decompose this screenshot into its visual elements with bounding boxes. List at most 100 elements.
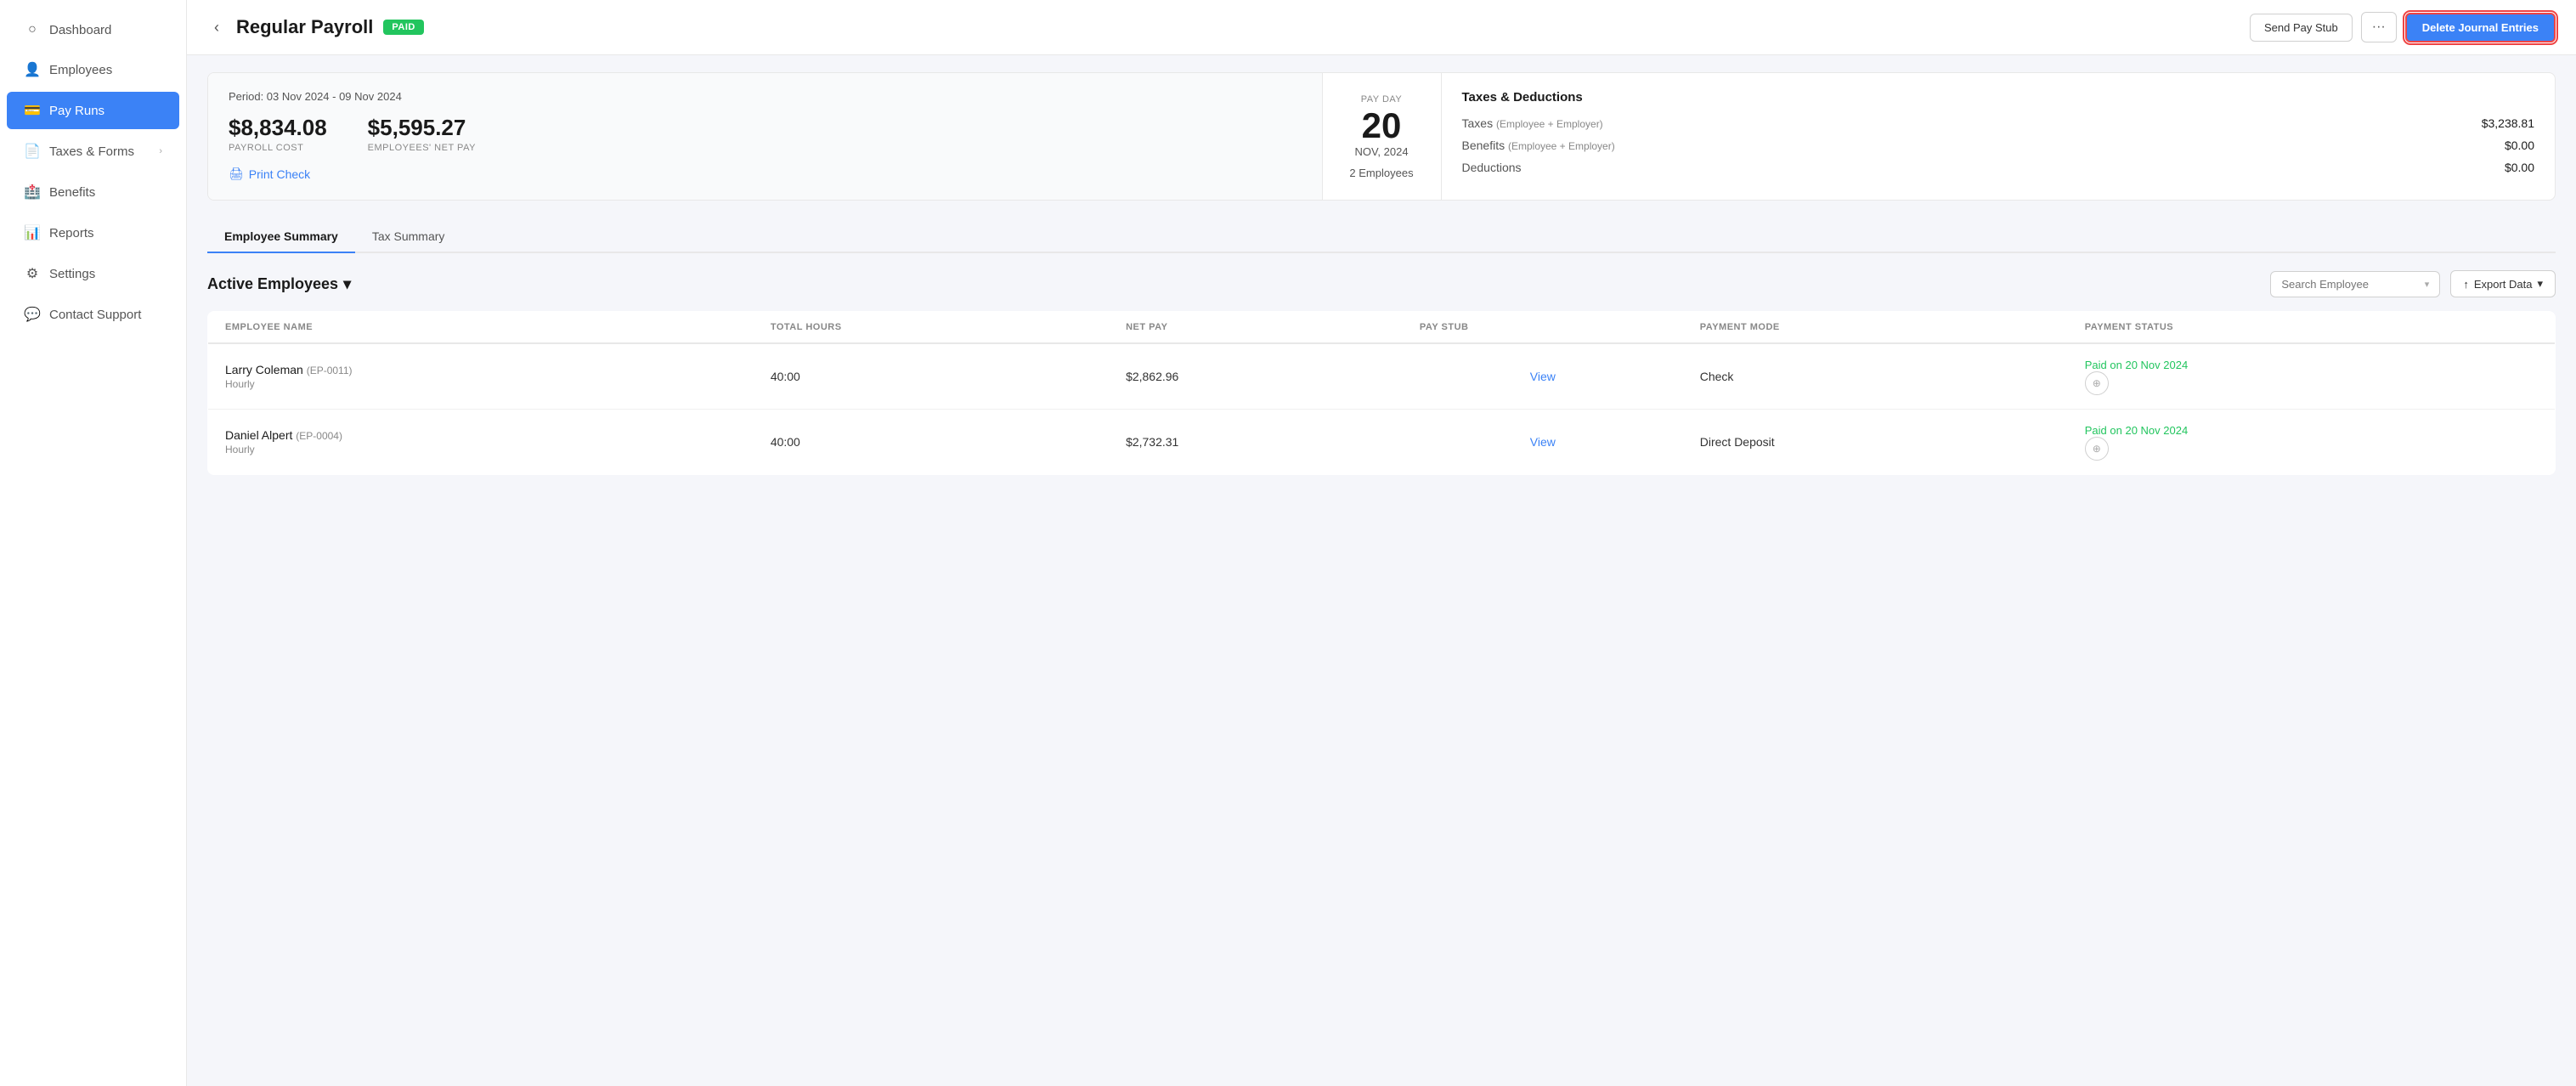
net-pay-label: EMPLOYEES' NET PAY: [368, 143, 476, 153]
payroll-cost-value: $8,834.08: [229, 115, 327, 141]
employees-icon: 👤: [24, 61, 41, 78]
amounts-row: $8,834.08 PAYROLL COST $5,595.27 EMPLOYE…: [229, 115, 1302, 153]
benefits-row: Benefits (Employee + Employer) $0.00: [1462, 139, 2535, 152]
dashboard-icon: ○: [24, 22, 41, 37]
view-pay-stub-link[interactable]: View: [1530, 370, 1556, 383]
sidebar-item-label: Reports: [49, 226, 94, 240]
col-payment-status: PAYMENT STATUS: [2068, 312, 2556, 344]
tab-tax-summary[interactable]: Tax Summary: [355, 221, 462, 253]
view-pay-stub-link[interactable]: View: [1530, 435, 1556, 449]
employee-name: Larry Coleman (EP-0011): [225, 363, 737, 376]
sidebar-item-reports[interactable]: 📊 Reports: [7, 214, 179, 252]
col-employee-name: EMPLOYEE NAME: [208, 312, 754, 344]
export-label: Export Data: [2474, 278, 2533, 291]
table-row: Daniel Alpert (EP-0004) Hourly 40:00 $2,…: [208, 410, 2556, 475]
sidebar-item-label: Employees: [49, 63, 112, 77]
sidebar-item-label: Taxes & Forms: [49, 144, 134, 159]
payday-month: NOV, 2024: [1354, 145, 1408, 158]
payment-mode-cell: Check: [1683, 343, 2068, 410]
employee-name-cell: Daniel Alpert (EP-0004) Hourly: [208, 410, 754, 475]
taxes-row: Taxes (Employee + Employer) $3,238.81: [1462, 116, 2535, 130]
table-head: EMPLOYEE NAMETOTAL HOURSNET PAYPAY STUBP…: [208, 312, 2556, 344]
taxes-amount: $3,238.81: [2482, 116, 2534, 130]
reports-icon: 📊: [24, 224, 41, 241]
sidebar-item-contact-support[interactable]: 💬 Contact Support: [7, 296, 179, 333]
search-employee-input[interactable]: [2281, 278, 2417, 291]
pay-runs-icon: 💳: [24, 102, 41, 119]
sidebar-item-label: Settings: [49, 267, 95, 281]
print-icon: 🖨: [229, 167, 244, 181]
pay-stub-cell: View: [1403, 410, 1683, 475]
net-pay-value: $5,595.27: [368, 115, 476, 141]
summary-row: Period: 03 Nov 2024 - 09 Nov 2024 $8,834…: [207, 72, 2556, 201]
sidebar: ○ Dashboard 👤 Employees 💳 Pay Runs 📄 Tax…: [0, 0, 187, 1086]
benefits-amount: $0.00: [2505, 139, 2534, 152]
employee-name-cell: Larry Coleman (EP-0011) Hourly: [208, 343, 754, 410]
row-options-button[interactable]: ⊕: [2085, 371, 2109, 395]
sidebar-item-pay-runs[interactable]: 💳 Pay Runs: [7, 92, 179, 129]
table-header-row: EMPLOYEE NAMETOTAL HOURSNET PAYPAY STUBP…: [208, 312, 2556, 344]
benefits-label: Benefits (Employee + Employer): [1462, 139, 1615, 152]
content-area: Period: 03 Nov 2024 - 09 Nov 2024 $8,834…: [187, 55, 2576, 1086]
print-check-button[interactable]: 🖨 Print Check: [229, 167, 310, 181]
row-options-button[interactable]: ⊕: [2085, 437, 2109, 461]
taxes-deductions-card: Taxes & Deductions Taxes (Employee + Emp…: [1441, 73, 2556, 200]
sidebar-item-label: Dashboard: [49, 23, 111, 37]
taxes-deductions-title: Taxes & Deductions: [1462, 90, 2535, 105]
more-options-button[interactable]: ···: [2361, 12, 2397, 42]
arrow-icon: ›: [159, 146, 162, 156]
payroll-cost-label: PAYROLL COST: [229, 143, 327, 153]
pay-stub-cell: View: [1403, 343, 1683, 410]
col-total-hours: TOTAL HOURS: [754, 312, 1109, 344]
sidebar-item-label: Pay Runs: [49, 104, 105, 118]
total-hours-cell: 40:00: [754, 343, 1109, 410]
export-data-button[interactable]: ↑ Export Data ▾: [2450, 270, 2556, 297]
send-pay-stub-button[interactable]: Send Pay Stub: [2250, 14, 2353, 42]
sidebar-item-settings[interactable]: ⚙ Settings: [7, 255, 179, 292]
paid-status: Paid on 20 Nov 2024: [2085, 424, 2188, 437]
deductions-label: Deductions: [1462, 161, 1522, 174]
net-pay-cell: $2,862.96: [1109, 343, 1403, 410]
page-header: ‹ Regular Payroll PAID Send Pay Stub ···…: [187, 0, 2576, 55]
paid-status: Paid on 20 Nov 2024: [2085, 359, 2188, 371]
deductions-row: Deductions $0.00: [1462, 161, 2535, 174]
payment-status-cell: Paid on 20 Nov 2024 ⊕: [2068, 343, 2556, 410]
search-export-row: ▾ ↑ Export Data ▾: [2270, 270, 2556, 297]
delete-journal-entries-button[interactable]: Delete Journal Entries: [2405, 13, 2556, 42]
benefits-icon: 🏥: [24, 184, 41, 201]
sidebar-item-benefits[interactable]: 🏥 Benefits: [7, 173, 179, 211]
table-body: Larry Coleman (EP-0011) Hourly 40:00 $2,…: [208, 343, 2556, 475]
tab-employee-summary[interactable]: Employee Summary: [207, 221, 355, 253]
payday-employees: 2 Employees: [1349, 167, 1413, 179]
payday-label: PAY DAY: [1361, 94, 1403, 105]
sidebar-item-label: Contact Support: [49, 308, 141, 322]
col-pay-stub: PAY STUB: [1403, 312, 1683, 344]
main-content: ‹ Regular Payroll PAID Send Pay Stub ···…: [187, 0, 2576, 1086]
search-input-wrap: ▾: [2270, 271, 2440, 297]
total-hours-cell: 40:00: [754, 410, 1109, 475]
benefits-sub: (Employee + Employer): [1508, 140, 1615, 152]
paid-badge: PAID: [383, 20, 423, 35]
payroll-summary-card: Period: 03 Nov 2024 - 09 Nov 2024 $8,834…: [208, 73, 1322, 200]
settings-icon: ⚙: [24, 265, 41, 282]
page-title: Regular Payroll: [236, 16, 373, 38]
table-row: Larry Coleman (EP-0011) Hourly 40:00 $2,…: [208, 343, 2556, 410]
deductions-amount: $0.00: [2505, 161, 2534, 174]
print-check-label: Print Check: [249, 167, 310, 181]
sidebar-item-employees[interactable]: 👤 Employees: [7, 51, 179, 88]
export-chevron-icon: ▾: [2537, 277, 2543, 291]
payday-number: 20: [1362, 108, 1402, 144]
export-icon: ↑: [2463, 278, 2469, 291]
sidebar-item-dashboard[interactable]: ○ Dashboard: [7, 12, 179, 48]
col-payment-mode: PAYMENT MODE: [1683, 312, 2068, 344]
header-left: ‹ Regular Payroll PAID: [207, 15, 424, 40]
sidebar-item-taxes-forms[interactable]: 📄 Taxes & Forms ›: [7, 133, 179, 170]
back-button[interactable]: ‹: [207, 15, 226, 40]
net-pay-block: $5,595.27 EMPLOYEES' NET PAY: [368, 115, 476, 153]
active-employees-text: Active Employees: [207, 275, 338, 293]
header-right: Send Pay Stub ··· Delete Journal Entries: [2250, 12, 2556, 42]
payroll-cost-block: $8,834.08 PAYROLL COST: [229, 115, 327, 153]
active-employees-label[interactable]: Active Employees ▾: [207, 275, 351, 293]
employee-name: Daniel Alpert (EP-0004): [225, 428, 737, 442]
employee-type: Hourly: [225, 378, 737, 390]
